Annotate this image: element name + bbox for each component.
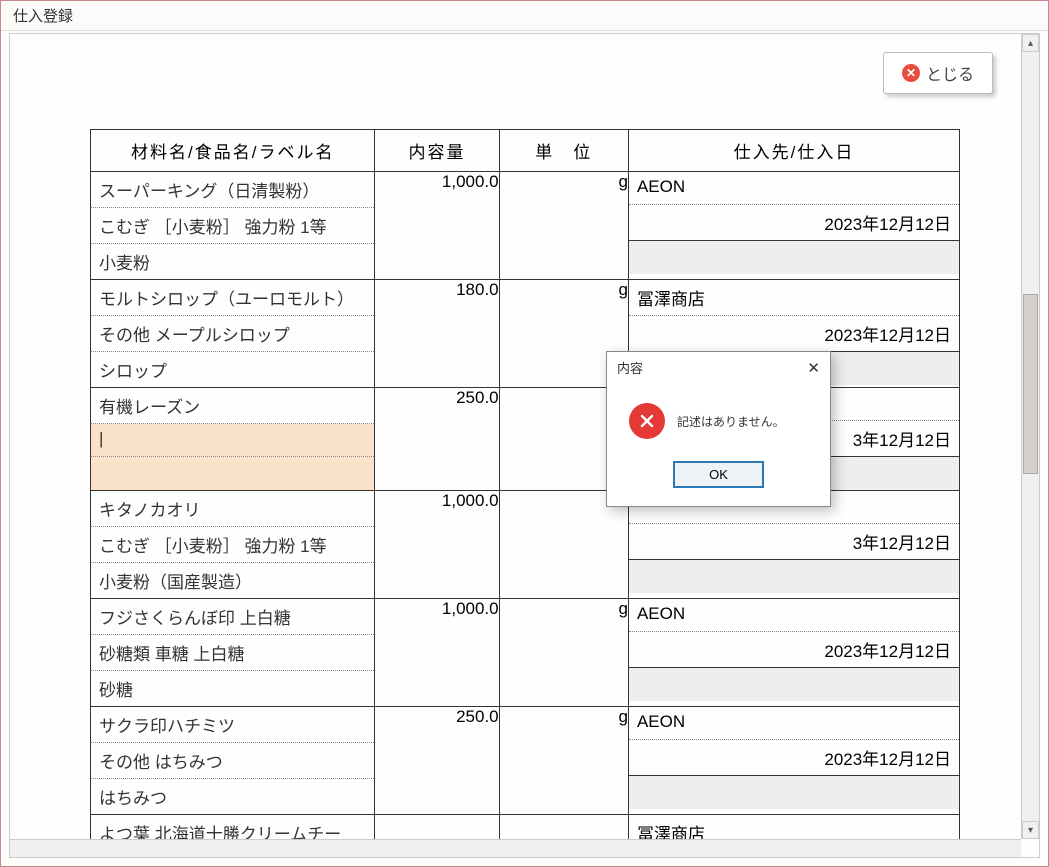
material-name: よつ葉 北海道十勝クリームチー	[91, 815, 374, 839]
label-name: 砂糖	[91, 671, 374, 706]
food-name: 砂糖類 車糖 上白糖	[91, 635, 374, 671]
label-name: はちみつ	[91, 779, 374, 814]
supplier-name: 冨澤商店	[629, 280, 959, 316]
name-cell[interactable]: スーパーキング（日清製粉） こむぎ ［小麦粉］ 強力粉 1等 小麦粉	[91, 172, 375, 280]
supplier-spacer	[629, 668, 959, 701]
content-area: ✕ とじる 材料名/食品名/ラベル名 内容量 単 位 仕入先/仕入日	[9, 33, 1040, 858]
amount-cell[interactable]: 1,000.0	[375, 599, 499, 707]
supplier-spacer	[629, 241, 959, 274]
header-supplier: 仕入先/仕入日	[628, 130, 959, 172]
name-cell[interactable]: よつ葉 北海道十勝クリームチー	[91, 815, 375, 840]
supplier-name: AEON	[629, 172, 959, 205]
food-name: こむぎ ［小麦粉］ 強力粉 1等	[91, 208, 374, 244]
dialog-titlebar: 内容 ✕	[607, 352, 830, 383]
unit-cell[interactable]: g	[499, 599, 628, 707]
name-cell[interactable]: 有機レーズン |	[91, 388, 375, 491]
supply-date: 2023年12月12日	[629, 740, 959, 776]
amount-cell[interactable]: 180.0	[375, 280, 499, 388]
dialog-message: 記述はありません。	[677, 413, 785, 430]
vertical-scrollbar[interactable]: ▴ ▾	[1021, 34, 1039, 839]
dialog-title-text: 内容	[617, 358, 643, 377]
supplier-spacer	[629, 560, 959, 593]
close-button-label: とじる	[926, 61, 974, 85]
material-name: モルトシロップ（ユーロモルト）	[91, 280, 374, 316]
food-name: こむぎ ［小麦粉］ 強力粉 1等	[91, 527, 374, 563]
scroll-down-arrow-icon[interactable]: ▾	[1022, 821, 1039, 839]
supplier-cell[interactable]: AEON 2023年12月12日	[628, 707, 959, 815]
food-name: その他 はちみつ	[91, 743, 374, 779]
material-name: 有機レーズン	[91, 388, 374, 424]
name-cell[interactable]: モルトシロップ（ユーロモルト） その他 メープルシロップ シロップ	[91, 280, 375, 388]
amount-cell[interactable]: 1,000.0	[375, 172, 499, 280]
window-title: 仕入登録	[1, 1, 1048, 31]
supply-date: 2023年12月12日	[629, 205, 959, 241]
scroll-up-arrow-icon[interactable]: ▴	[1022, 34, 1039, 52]
supplier-name: AEON	[629, 707, 959, 740]
food-name: その他 メープルシロップ	[91, 316, 374, 352]
scrollbar-thumb[interactable]	[1023, 294, 1038, 474]
header-unit: 単 位	[499, 130, 628, 172]
error-icon	[629, 403, 665, 439]
dialog-close-icon[interactable]: ✕	[807, 359, 820, 377]
message-dialog: 内容 ✕ 記述はありません。 OK	[606, 351, 831, 507]
supply-date: 2023年12月12日	[629, 316, 959, 352]
supplier-name: 冨澤商店	[629, 815, 959, 839]
app-window: 仕入登録 ✕ とじる 材料名/食品名/ラベル名 内容量 単 位 仕入先/仕入日	[0, 0, 1049, 867]
supply-date: 3年12月12日	[629, 524, 959, 560]
label-name: 小麦粉（国産製造）	[91, 563, 374, 598]
scroll-content: ✕ とじる 材料名/食品名/ラベル名 内容量 単 位 仕入先/仕入日	[10, 34, 1021, 839]
dialog-footer: OK	[607, 449, 830, 506]
dialog-body: 記述はありません。	[607, 383, 830, 449]
table-header-row: 材料名/食品名/ラベル名 内容量 単 位 仕入先/仕入日	[91, 130, 960, 172]
material-name: キタノカオリ	[91, 491, 374, 527]
close-button[interactable]: ✕ とじる	[883, 52, 993, 94]
amount-cell[interactable]: 250.0	[375, 388, 499, 491]
label-name	[91, 457, 374, 490]
amount-cell[interactable]	[375, 815, 499, 840]
supplier-name: AEON	[629, 599, 959, 632]
name-cell[interactable]: キタノカオリ こむぎ ［小麦粉］ 強力粉 1等 小麦粉（国産製造）	[91, 491, 375, 599]
material-name: スーパーキング（日清製粉）	[91, 172, 374, 208]
supplier-cell[interactable]: AEON 2023年12月12日	[628, 599, 959, 707]
ok-button[interactable]: OK	[673, 461, 764, 488]
unit-cell[interactable]	[499, 815, 628, 840]
table-row: フジさくらんぼ印 上白糖 砂糖類 車糖 上白糖 砂糖 1,000.0 g AEO…	[91, 599, 960, 707]
supplier-cell[interactable]: 冨澤商店	[628, 815, 959, 840]
horizontal-scrollbar[interactable]	[10, 839, 1021, 857]
supplier-spacer	[629, 776, 959, 809]
supply-date: 2023年12月12日	[629, 632, 959, 668]
unit-cell[interactable]: g	[499, 172, 628, 280]
name-cell[interactable]: サクラ印ハチミツ その他 はちみつ はちみつ	[91, 707, 375, 815]
table-row: サクラ印ハチミツ その他 はちみつ はちみつ 250.0 g AEON 2023…	[91, 707, 960, 815]
name-cell[interactable]: フジさくらんぼ印 上白糖 砂糖類 車糖 上白糖 砂糖	[91, 599, 375, 707]
amount-cell[interactable]: 250.0	[375, 707, 499, 815]
unit-cell[interactable]: g	[499, 707, 628, 815]
food-name: |	[91, 424, 374, 457]
header-amount: 内容量	[375, 130, 499, 172]
table-row: よつ葉 北海道十勝クリームチー 冨澤商店	[91, 815, 960, 840]
supplier-cell[interactable]: AEON 2023年12月12日	[628, 172, 959, 280]
close-icon: ✕	[902, 64, 920, 82]
material-name: サクラ印ハチミツ	[91, 707, 374, 743]
material-name: フジさくらんぼ印 上白糖	[91, 599, 374, 635]
amount-cell[interactable]: 1,000.0	[375, 491, 499, 599]
label-name: 小麦粉	[91, 244, 374, 279]
label-name: シロップ	[91, 352, 374, 387]
table-row: スーパーキング（日清製粉） こむぎ ［小麦粉］ 強力粉 1等 小麦粉 1,000…	[91, 172, 960, 280]
header-name: 材料名/食品名/ラベル名	[91, 130, 375, 172]
